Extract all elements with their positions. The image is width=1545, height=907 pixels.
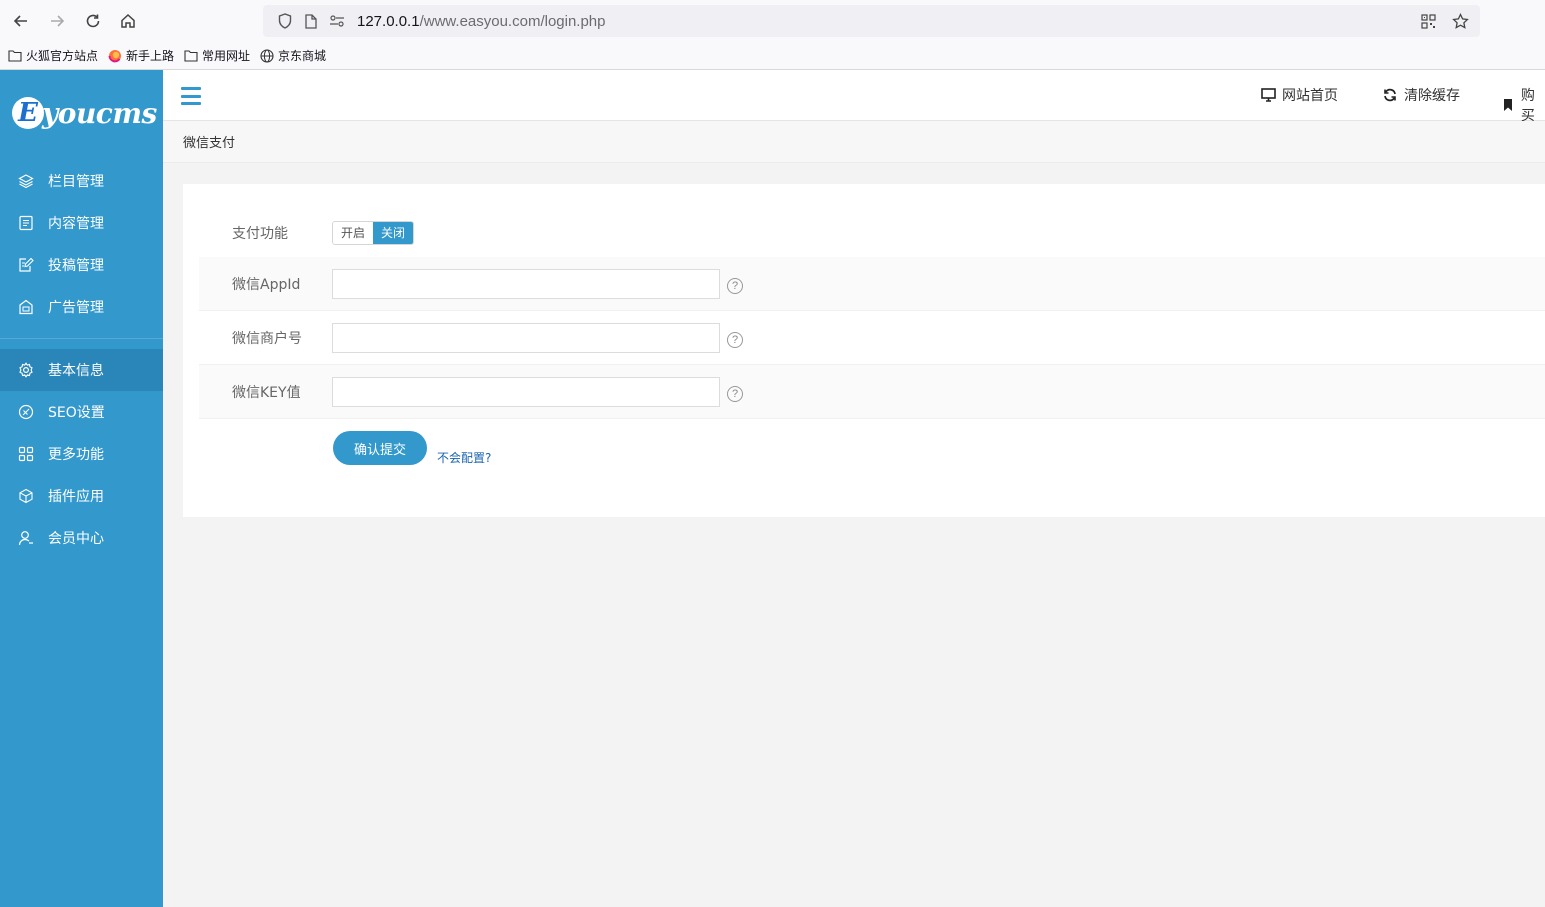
star-icon[interactable] xyxy=(1448,9,1472,33)
url-path: /www.easyou.com/login.php xyxy=(419,12,606,30)
sidebar-item-content[interactable]: 内容管理 xyxy=(0,202,163,244)
sidebar-item-label: 广告管理 xyxy=(48,300,104,316)
pay-switch[interactable]: 开启 关闭 xyxy=(332,220,415,245)
bookmark-label: 新手上路 xyxy=(126,49,175,63)
bookmark-icon xyxy=(1501,97,1515,113)
qr-code-icon[interactable] xyxy=(1416,9,1440,33)
reload-button[interactable] xyxy=(75,3,111,39)
submit-button[interactable]: 确认提交 xyxy=(333,431,427,465)
user-icon xyxy=(18,530,34,546)
sidebar-item-label: SEO设置 xyxy=(48,405,105,421)
reload-icon xyxy=(86,14,100,28)
seo-icon xyxy=(18,404,34,420)
monitor-icon xyxy=(1260,87,1276,103)
sidebar-item-label: 内容管理 xyxy=(48,216,104,232)
gear-icon xyxy=(18,362,34,378)
bookmark-label: 火狐官方站点 xyxy=(26,49,99,63)
page-title: 微信支付 xyxy=(183,136,236,151)
settings-panel: 支付功能 开启 关闭 微信AppId ? 微信商户号 ? 微信KEY值 ? 确认… xyxy=(183,184,1545,517)
breadcrumb: 微信支付 xyxy=(163,121,1545,163)
pay-switch-row: 支付功能 开启 关闭 xyxy=(199,206,1545,260)
merchant-input[interactable] xyxy=(332,322,720,353)
bookmark-item[interactable]: 常用网址 xyxy=(184,47,250,64)
sidebar-item-label: 插件应用 xyxy=(48,489,104,505)
logo-letter: E xyxy=(12,97,44,129)
sidebar-divider xyxy=(0,338,163,339)
question-icon[interactable]: ? xyxy=(727,385,743,402)
merchant-row: 微信商户号 ? xyxy=(199,311,1545,365)
question-icon[interactable]: ? xyxy=(727,331,743,348)
back-button[interactable] xyxy=(3,3,39,39)
site-home-link[interactable]: 网站首页 xyxy=(1260,85,1338,105)
url-text[interactable]: 127.0.0.1/www.easyou.com/login.php xyxy=(357,13,606,30)
sidebar: E youcms 栏目管理 内容管理 投稿管理 广告管理 基本信息 SEO设置 xyxy=(0,70,163,907)
top-header: 网站首页 清除缓存 购买 xyxy=(163,70,1545,124)
grid-icon xyxy=(18,446,34,462)
ad-icon xyxy=(18,299,34,315)
appid-row: 微信AppId ? xyxy=(199,257,1545,311)
sidebar-item-columns[interactable]: 栏目管理 xyxy=(0,160,163,202)
sidebar-item-plugins[interactable]: 插件应用 xyxy=(0,475,163,517)
question-icon[interactable]: ? xyxy=(727,277,743,294)
appid-label: 微信AppId xyxy=(232,276,301,293)
sidebar-item-more[interactable]: 更多功能 xyxy=(0,433,163,475)
clear-cache-link[interactable]: 清除缓存 xyxy=(1382,85,1460,105)
buy-label: 购买 xyxy=(1520,88,1535,124)
home-button[interactable] xyxy=(110,3,146,39)
sidebar-item-seo[interactable]: SEO设置 xyxy=(0,391,163,433)
bookmark-item[interactable]: 火狐官方站点 xyxy=(8,47,98,64)
url-bar[interactable]: 127.0.0.1/www.easyou.com/login.php xyxy=(263,5,1480,37)
switch-off-option[interactable]: 关闭 xyxy=(373,221,414,244)
arrow-right-icon xyxy=(51,15,65,27)
switch-on-option[interactable]: 开启 xyxy=(333,221,374,244)
appid-input[interactable] xyxy=(332,268,720,299)
bookmark-label: 常用网址 xyxy=(202,49,251,63)
forward-button[interactable] xyxy=(39,3,75,39)
logo-text: youcms xyxy=(42,96,157,130)
sidebar-item-submissions[interactable]: 投稿管理 xyxy=(0,244,163,286)
key-input[interactable] xyxy=(332,376,720,407)
key-row: 微信KEY值 ? xyxy=(199,365,1545,419)
browser-toolbar: 127.0.0.1/www.easyou.com/login.php xyxy=(0,0,1545,42)
page-icon[interactable] xyxy=(299,9,323,33)
menu-toggle-icon[interactable] xyxy=(181,87,201,105)
shield-icon[interactable] xyxy=(273,9,297,33)
menu-group-settings: 基本信息 SEO设置 更多功能 插件应用 会员中心 xyxy=(0,349,163,559)
sidebar-item-label: 基本信息 xyxy=(48,363,104,379)
buy-link[interactable]: 购买 xyxy=(1501,85,1545,125)
cube-icon xyxy=(18,488,34,504)
bookmark-item[interactable]: 新手上路 xyxy=(108,47,174,64)
bookmark-label: 京东商城 xyxy=(278,49,327,63)
sidebar-item-ads[interactable]: 广告管理 xyxy=(0,286,163,328)
layers-icon xyxy=(18,173,34,189)
clear-cache-label: 清除缓存 xyxy=(1404,88,1460,104)
sidebar-item-label: 会员中心 xyxy=(48,531,104,547)
config-help-link[interactable]: 不会配置? xyxy=(437,449,491,466)
sidebar-item-members[interactable]: 会员中心 xyxy=(0,517,163,559)
key-label: 微信KEY值 xyxy=(232,384,301,401)
globe-icon xyxy=(260,48,274,63)
refresh-icon xyxy=(1382,87,1398,103)
edit-icon xyxy=(18,257,34,273)
folder-icon xyxy=(8,49,22,63)
firefox-icon xyxy=(108,49,122,63)
arrow-left-icon xyxy=(13,15,27,27)
permissions-icon[interactable] xyxy=(325,9,349,33)
sidebar-item-label: 投稿管理 xyxy=(48,258,104,274)
merchant-label: 微信商户号 xyxy=(232,330,302,347)
sidebar-item-label: 更多功能 xyxy=(48,447,104,463)
url-host: 127.0.0.1 xyxy=(357,12,420,30)
sidebar-item-basic-info[interactable]: 基本信息 xyxy=(0,349,163,391)
menu-group-content: 栏目管理 内容管理 投稿管理 广告管理 xyxy=(0,156,163,328)
document-icon xyxy=(18,215,34,231)
bookmark-item[interactable]: 京东商城 xyxy=(260,47,326,64)
sidebar-item-label: 栏目管理 xyxy=(48,174,104,190)
bookmarks-bar: 火狐官方站点 新手上路 常用网址 京东商城 xyxy=(0,42,1545,70)
logo[interactable]: E youcms xyxy=(0,70,163,156)
pay-switch-label: 支付功能 xyxy=(232,225,288,242)
home-icon xyxy=(121,13,135,28)
site-home-label: 网站首页 xyxy=(1282,88,1338,104)
folder-icon xyxy=(184,49,198,63)
